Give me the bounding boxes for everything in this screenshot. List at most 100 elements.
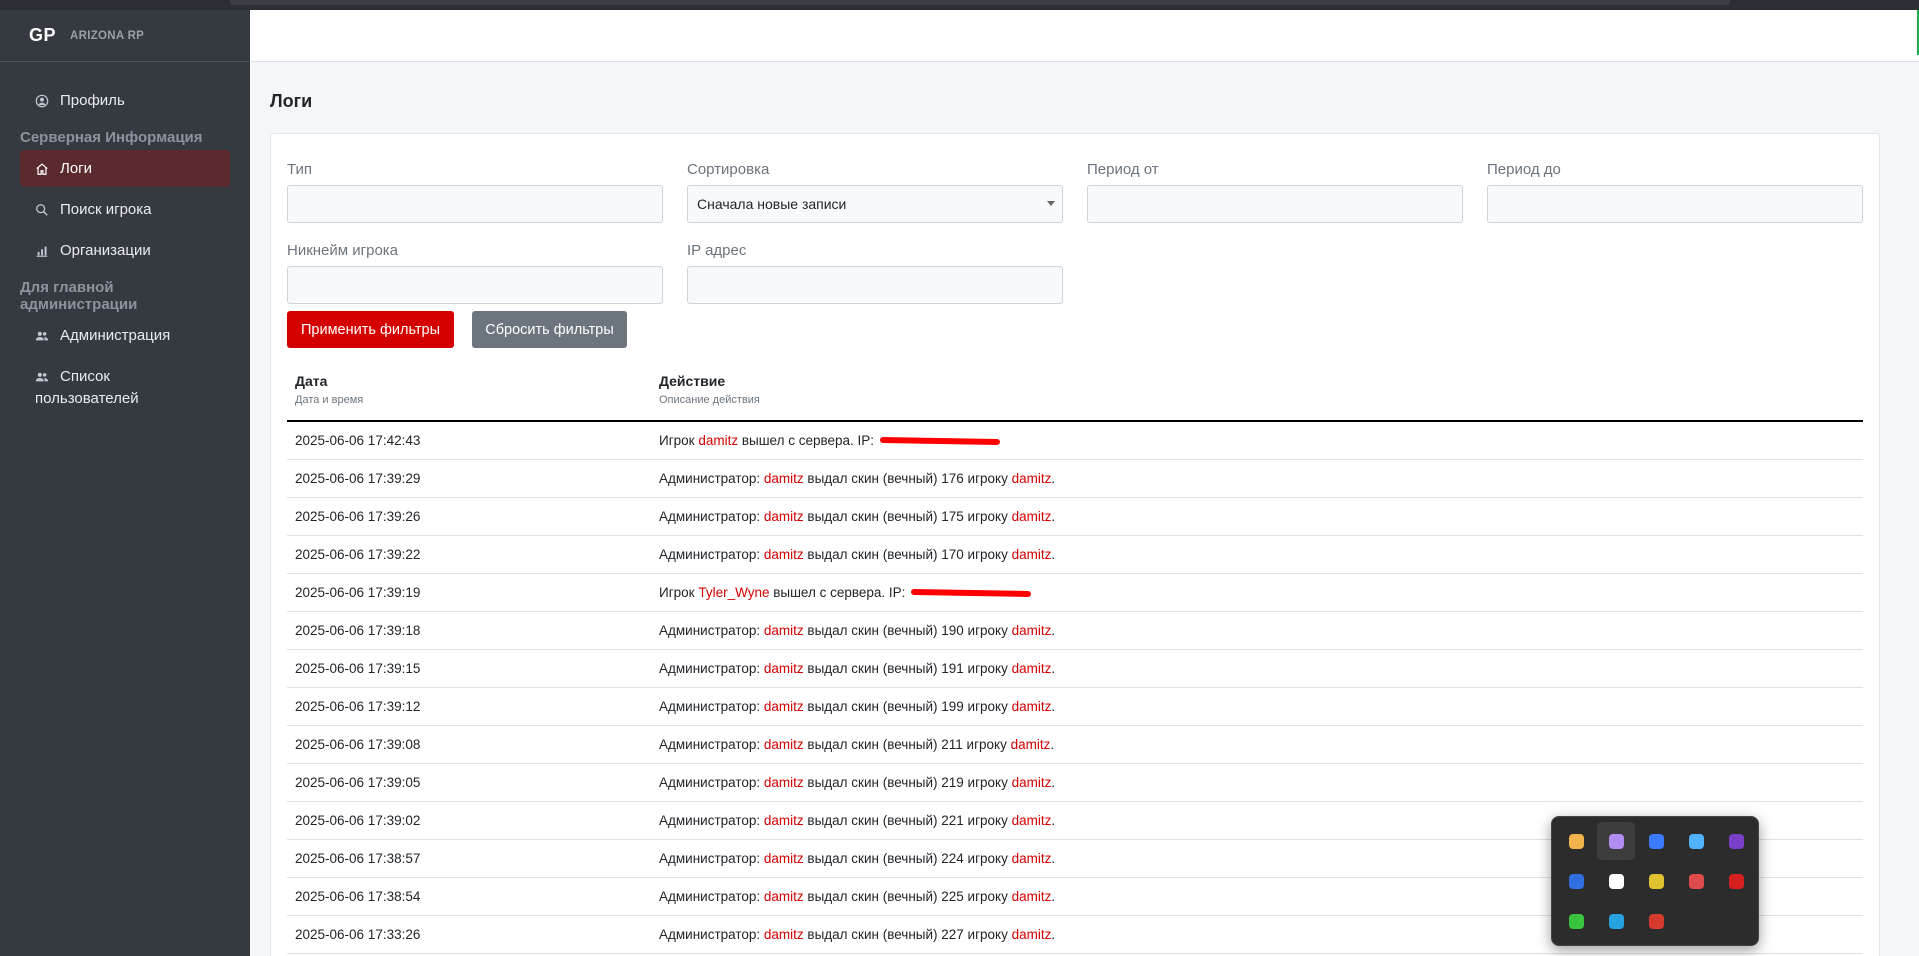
apply-filters-button[interactable]: Применить фильтры: [287, 311, 454, 348]
type-input[interactable]: [287, 185, 663, 223]
player-nickname-link[interactable]: damitz: [764, 509, 804, 524]
log-date: 2025-06-06 17:38:57: [295, 851, 421, 866]
sidebar-item-label: Организации: [60, 242, 151, 259]
target-nickname-link[interactable]: damitz: [1012, 775, 1052, 790]
table-row: 2025-06-06 17:39:08 Администратор: damitz…: [287, 726, 1863, 764]
sidebar-item-organizations[interactable]: Организации: [20, 232, 230, 269]
sidebar-item-profile[interactable]: Профиль: [20, 82, 230, 119]
log-action: Администратор: damitz выдал скин (вечный…: [659, 851, 1055, 866]
sidebar-item-player-search[interactable]: Поиск игрока: [20, 191, 230, 228]
ring-app-icon[interactable]: [1677, 862, 1715, 900]
target-nickname-link[interactable]: damitz: [1012, 547, 1052, 562]
xbox-icon-glyph: [1568, 913, 1584, 929]
player-nickname-link[interactable]: damitz: [764, 471, 804, 486]
player-nickname-link[interactable]: damitz: [764, 851, 804, 866]
xbox-icon[interactable]: [1557, 902, 1595, 940]
sidebar-item-users[interactable]: Список пользователей: [20, 358, 230, 420]
users-icon: [35, 372, 49, 382]
sidebar-item-administration[interactable]: Администрация: [20, 317, 230, 354]
table-row: 2025-06-06 17:42:43 Игрок damitz вышел с …: [287, 422, 1863, 460]
action-suffix: .: [1051, 623, 1056, 638]
target-nickname-link[interactable]: damitz: [1012, 661, 1052, 676]
log-action: Администратор: damitz выдал скин (вечный…: [659, 927, 1055, 942]
target-nickname-link[interactable]: damitz: [1012, 699, 1052, 714]
log-action: Администратор: damitz выдал скин (вечный…: [659, 547, 1055, 562]
log-date: 2025-06-06 17:39:22: [295, 547, 421, 562]
sidebar-item-label: Список: [60, 368, 110, 385]
target-nickname-link[interactable]: damitz: [1012, 927, 1052, 942]
onenote-icon[interactable]: [1717, 822, 1755, 860]
drop-app-icon[interactable]: [1557, 822, 1595, 860]
table-row: 2025-06-06 17:39:22 Администратор: damitz…: [287, 536, 1863, 574]
period-from-input[interactable]: [1087, 185, 1463, 223]
log-date: 2025-06-06 17:39:19: [295, 585, 421, 600]
type-label: Тип: [287, 161, 313, 178]
target-nickname-link[interactable]: damitz: [1012, 471, 1052, 486]
log-action: Игрок damitz вышел с сервера. IP:: [659, 433, 1000, 448]
action-text: выдал скин (вечный) 227 игроку: [803, 927, 1012, 942]
home-icon: [36, 163, 48, 175]
log-action: Администратор: damitz выдал скин (вечный…: [659, 699, 1055, 714]
player-nickname-link[interactable]: damitz: [764, 699, 804, 714]
target-nickname-link[interactable]: damitz: [1012, 509, 1052, 524]
table-row: 2025-06-06 17:39:15 Администратор: damitz…: [287, 650, 1863, 688]
redaction-mark: [879, 437, 1000, 446]
action-prefix: Администратор:: [659, 813, 764, 828]
log-action: Администратор: damitz выдал скин (вечный…: [659, 737, 1054, 752]
brand[interactable]: GP ARIZONA RP: [0, 10, 250, 62]
system-tray-overflow: [1551, 816, 1759, 946]
log-action: Администратор: damitz выдал скин (вечный…: [659, 889, 1055, 904]
target-nickname-link[interactable]: damitz: [1012, 623, 1052, 638]
col-action-header[interactable]: Действие Описание действия: [659, 373, 760, 406]
player-nickname-link[interactable]: Tyler_Wyne: [698, 585, 769, 600]
microphone-icon[interactable]: [1717, 862, 1755, 900]
target-nickname-link[interactable]: damitz: [1011, 737, 1051, 752]
mail-alert-icon-glyph: [1648, 913, 1664, 929]
action-prefix: Администратор:: [659, 623, 764, 638]
nav-section-main-admin: Для главной администрации: [20, 279, 138, 313]
reset-filters-button[interactable]: Сбросить фильтры: [472, 311, 627, 348]
player-nickname-link[interactable]: damitz: [764, 813, 804, 828]
target-nickname-link[interactable]: damitz: [1012, 889, 1052, 904]
player-nickname-link[interactable]: damitz: [764, 775, 804, 790]
player-nickname-link[interactable]: damitz: [764, 661, 804, 676]
sidebar-item-logs[interactable]: Логи: [20, 150, 230, 187]
sort-select[interactable]: Сначала новые записи: [687, 185, 1063, 223]
col-date-header[interactable]: Дата Дата и время: [295, 373, 363, 406]
mail-alert-icon[interactable]: [1637, 902, 1675, 940]
malwarebytes-icon[interactable]: [1637, 822, 1675, 860]
action-prefix: Администратор:: [659, 737, 764, 752]
telegram-icon-glyph: [1608, 873, 1624, 889]
log-date: 2025-06-06 17:38:54: [295, 889, 421, 904]
player-nickname-link[interactable]: damitz: [698, 433, 738, 448]
player-nickname-link[interactable]: damitz: [764, 927, 804, 942]
nickname-input[interactable]: [287, 266, 663, 304]
telegram-icon[interactable]: [1597, 862, 1635, 900]
log-action: Администратор: damitz выдал скин (вечный…: [659, 509, 1055, 524]
onenote-icon-glyph: [1728, 833, 1744, 849]
target-nickname-link[interactable]: damitz: [1012, 813, 1052, 828]
malwarebytes-icon-glyph: [1648, 833, 1664, 849]
target-nickname-link[interactable]: damitz: [1012, 851, 1052, 866]
log-date: 2025-06-06 17:39:02: [295, 813, 421, 828]
defender-icon[interactable]: [1597, 902, 1635, 940]
player-nickname-link[interactable]: damitz: [764, 889, 804, 904]
clock-app-icon[interactable]: [1557, 862, 1595, 900]
action-text: выдал скин (вечный) 175 игроку: [803, 509, 1012, 524]
log-date: 2025-06-06 17:39:15: [295, 661, 421, 676]
player-nickname-link[interactable]: damitz: [764, 547, 804, 562]
action-prefix: Администратор:: [659, 509, 764, 524]
layers-app-icon[interactable]: [1637, 862, 1675, 900]
period-to-input[interactable]: [1487, 185, 1863, 223]
action-prefix: Игрок: [659, 585, 699, 600]
feather-app-icon-glyph: [1608, 833, 1624, 849]
sort-label: Сортировка: [687, 161, 770, 178]
copilot-icon[interactable]: [1677, 822, 1715, 860]
feather-app-icon[interactable]: [1597, 822, 1635, 860]
action-text: вышел с сервера. IP:: [738, 433, 878, 448]
ip-input[interactable]: [687, 266, 1063, 304]
player-nickname-link[interactable]: damitz: [764, 623, 804, 638]
player-nickname-link[interactable]: damitz: [764, 737, 804, 752]
chevron-down-icon: [1047, 201, 1055, 206]
action-prefix: Игрок: [659, 433, 699, 448]
